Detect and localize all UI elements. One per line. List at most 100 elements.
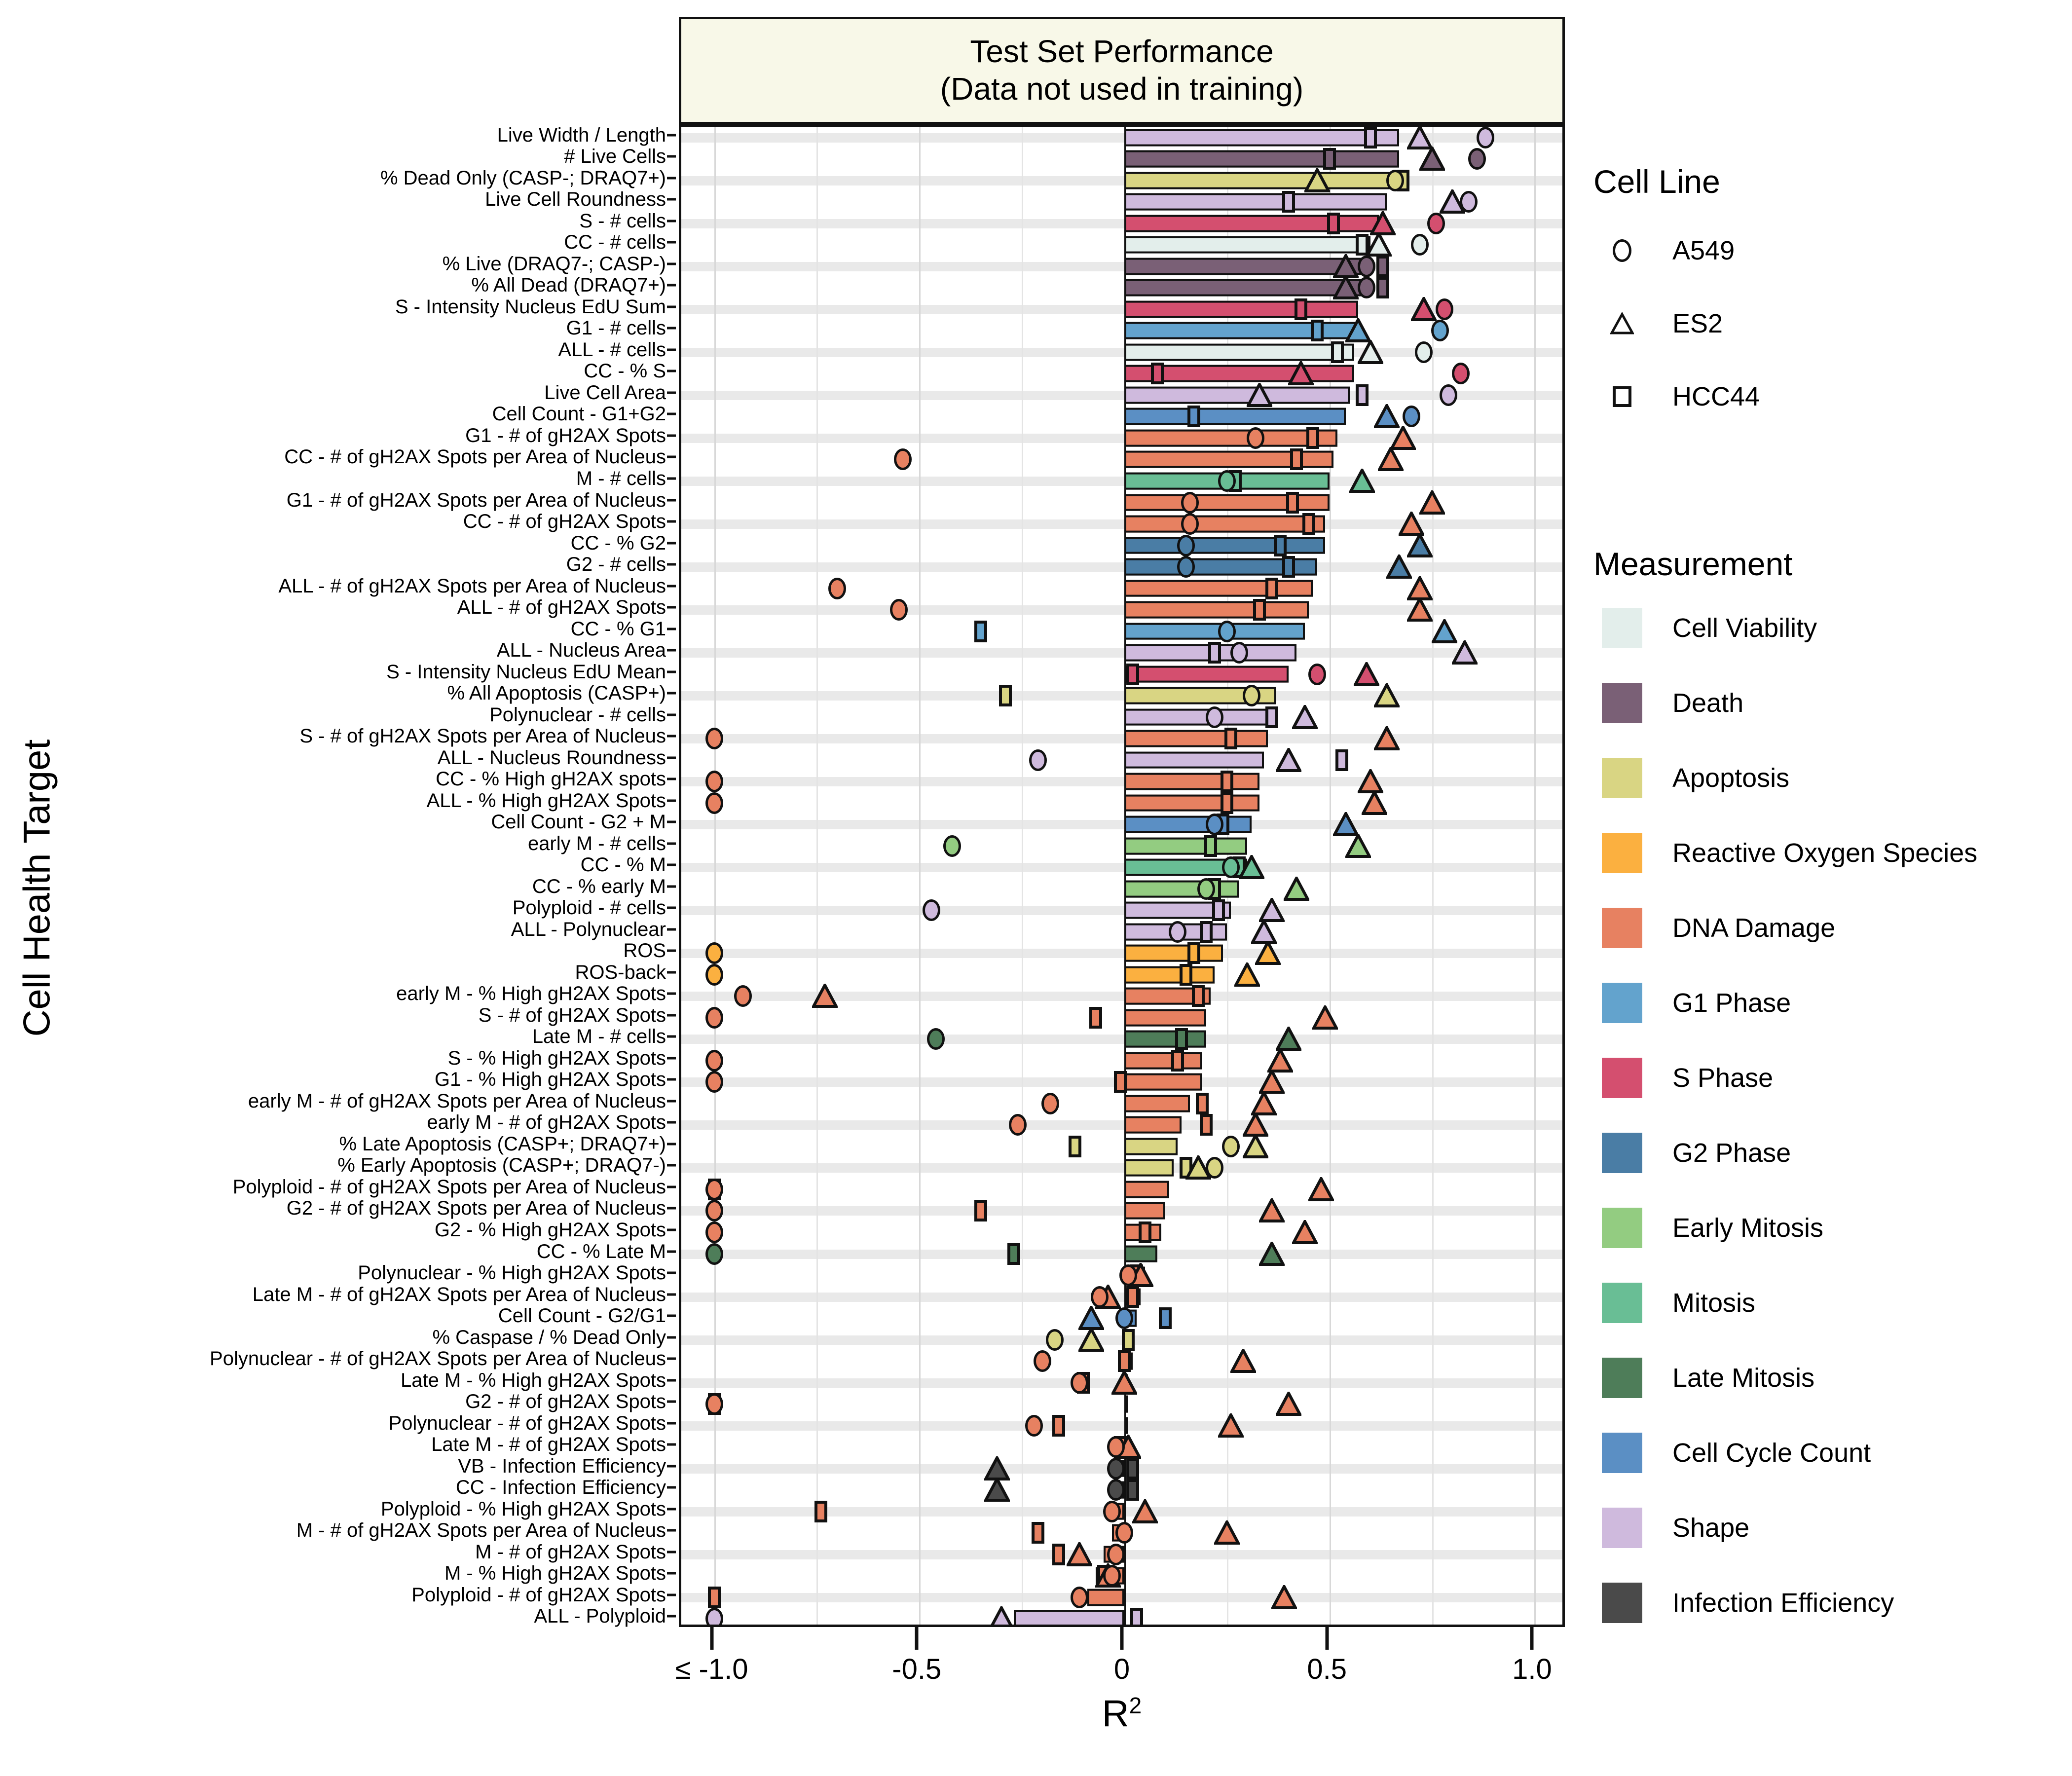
data-point-a549 <box>1414 341 1433 363</box>
y-axis-tick-labels: Live Width / Length # Live Cells% Dead On… <box>74 0 679 1776</box>
y-axis-tick-label: CC - % early M <box>532 875 666 897</box>
legend-label: S Phase <box>1672 1063 1774 1093</box>
legend-item-measurement[interactable]: Cell Cycle Count <box>1598 1429 1871 1477</box>
legend-item-cell-line[interactable]: HCC44 <box>1598 373 1760 420</box>
data-point-a549 <box>1103 1500 1121 1522</box>
data-point-a549 <box>1070 1586 1088 1608</box>
y-axis-tick-label: CC - # cells <box>564 231 666 254</box>
data-point-es2 <box>989 1606 1014 1625</box>
x-axis-tick-mark <box>710 1627 714 1650</box>
bar <box>1124 1245 1157 1262</box>
color-swatch-icon <box>1598 1129 1646 1177</box>
data-point-a549 <box>943 835 961 857</box>
data-point-hcc44 <box>1286 491 1299 514</box>
data-point-hcc44 <box>1335 749 1348 771</box>
zero-reference-line <box>1124 127 1126 1625</box>
y-axis-tick-label: ALL - # of gH2AX Spots <box>457 596 666 619</box>
data-point-es2 <box>1406 127 1433 150</box>
data-point-a549 <box>705 942 723 964</box>
color-swatch-icon <box>1598 1354 1646 1402</box>
data-point-es2 <box>1259 1241 1285 1266</box>
y-axis-tick-mark <box>667 606 676 609</box>
bar <box>1124 408 1346 425</box>
y-axis-tick-label: % Live (DRAQ7-; CASP-) <box>442 253 666 275</box>
data-point-es2 <box>1251 1091 1277 1116</box>
data-point-es2 <box>1304 168 1330 193</box>
data-point-hcc44 <box>1138 1221 1151 1243</box>
legend-item-cell-line[interactable]: A549 <box>1598 227 1735 274</box>
y-axis-tick-mark <box>667 649 676 652</box>
y-axis-tick-label: CC - % S <box>584 360 666 382</box>
y-axis-tick-mark <box>667 1400 676 1403</box>
y-axis-tick-label: Live Cell Area <box>544 381 666 404</box>
y-axis-tick-label: G2 - % High gH2AX Spots <box>434 1219 666 1241</box>
legend-item-cell-line[interactable]: ES2 <box>1598 300 1723 347</box>
legend-item-measurement[interactable]: Infection Efficiency <box>1598 1579 1894 1627</box>
data-point-a549 <box>1218 470 1236 492</box>
data-point-hcc44 <box>1306 427 1320 449</box>
data-point-es2 <box>1357 769 1383 794</box>
y-axis-tick-mark <box>667 1357 676 1360</box>
row-band <box>681 777 1562 787</box>
bar <box>1124 1202 1166 1220</box>
data-point-hcc44 <box>1376 277 1389 299</box>
y-axis-tick-mark <box>667 499 676 501</box>
bar <box>1124 429 1338 447</box>
y-axis-tick-mark <box>667 1057 676 1060</box>
data-point-es2 <box>1333 812 1359 837</box>
y-axis-tick-label: ALL - Nucleus Area <box>496 639 666 662</box>
data-point-es2 <box>1406 576 1433 601</box>
y-axis-tick-mark <box>667 177 676 180</box>
data-point-a549 <box>1181 491 1199 514</box>
data-point-a549 <box>1308 663 1326 685</box>
bar <box>1124 815 1252 833</box>
bar <box>1124 172 1391 189</box>
data-point-a549 <box>705 1178 723 1200</box>
y-axis-tick-label: M - % High gH2AX Spots <box>444 1562 666 1585</box>
bar <box>1124 601 1309 619</box>
data-point-a549 <box>1103 1565 1121 1587</box>
bar <box>1124 751 1264 769</box>
bar <box>1124 193 1387 211</box>
legend-item-measurement[interactable]: S Phase <box>1598 1054 1773 1102</box>
data-point-a549 <box>705 792 723 814</box>
data-point-es2 <box>1275 1392 1301 1416</box>
data-point-es2 <box>1066 1542 1092 1567</box>
bar <box>1124 623 1305 640</box>
legend-item-measurement[interactable]: Early Mitosis <box>1598 1204 1823 1252</box>
row-band <box>681 562 1562 572</box>
color-swatch-icon <box>1598 1054 1646 1102</box>
data-point-hcc44 <box>707 1586 721 1608</box>
data-point-a549 <box>1070 1371 1088 1394</box>
data-point-es2 <box>1308 1177 1334 1202</box>
legend-item-measurement[interactable]: DNA Damage <box>1598 904 1835 952</box>
legend-item-measurement[interactable]: Apoptosis <box>1598 754 1789 802</box>
y-axis-tick-label: Polyploid - # of gH2AX Spots <box>411 1584 666 1606</box>
legend-item-measurement[interactable]: Mitosis <box>1598 1279 1755 1327</box>
data-point-a549 <box>1476 127 1494 148</box>
data-point-hcc44 <box>1220 771 1233 793</box>
data-point-es2 <box>1238 855 1264 880</box>
x-axis-title-text: R <box>1102 1693 1129 1735</box>
legend-item-measurement[interactable]: G2 Phase <box>1598 1129 1791 1177</box>
bar <box>1124 343 1354 361</box>
legend-label: Reactive Oxygen Species <box>1672 838 1978 868</box>
data-point-es2 <box>1378 447 1404 472</box>
legend-label: Cell Cycle Count <box>1672 1438 1871 1468</box>
data-point-es2 <box>1366 232 1392 257</box>
data-point-a549 <box>1169 921 1187 943</box>
x-axis-title-superscript: 2 <box>1129 1693 1142 1718</box>
y-axis-tick-label: % Caspase / % Dead Only <box>432 1326 666 1348</box>
legend-item-measurement[interactable]: G1 Phase <box>1598 979 1791 1027</box>
data-point-a549 <box>1115 1307 1133 1330</box>
color-swatch-icon <box>1598 1204 1646 1252</box>
y-axis-tick-mark <box>667 756 676 759</box>
legend-item-measurement[interactable]: Late Mitosis <box>1598 1354 1814 1402</box>
legend-item-measurement[interactable]: Cell Viability <box>1598 604 1817 652</box>
data-point-es2 <box>1374 726 1400 751</box>
legend-item-measurement[interactable]: Death <box>1598 679 1743 727</box>
legend-item-measurement[interactable]: Shape <box>1598 1504 1749 1552</box>
data-point-es2 <box>1234 962 1260 987</box>
y-axis-tick-mark <box>667 585 676 588</box>
legend-item-measurement[interactable]: Reactive Oxygen Species <box>1598 829 1977 877</box>
